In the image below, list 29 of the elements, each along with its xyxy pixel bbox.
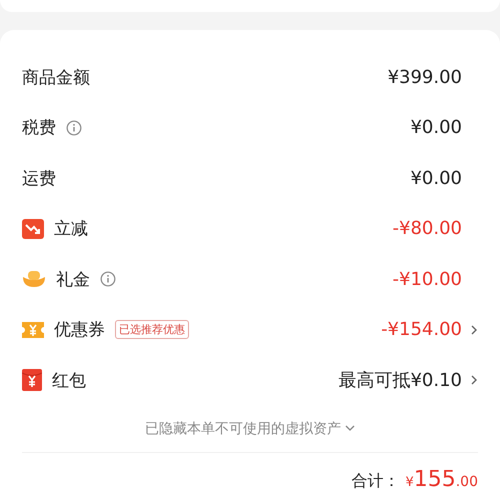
- row-label: 红包: [52, 370, 86, 392]
- row-label: 商品金额: [22, 66, 90, 89]
- coupon-icon: [22, 320, 44, 340]
- row-label: 礼金: [56, 268, 90, 291]
- caret-icon[interactable]: [345, 425, 355, 432]
- info-icon[interactable]: [100, 271, 116, 288]
- row-label: 优惠券: [54, 319, 105, 342]
- row-amount: -¥10.00: [392, 268, 462, 290]
- chevron-icon[interactable]: [470, 324, 478, 336]
- row-amount: ¥399.00: [388, 66, 462, 88]
- chevron-icon[interactable]: [470, 374, 478, 386]
- row-amount: -¥80.00: [392, 218, 462, 240]
- total-currency: ¥: [405, 474, 414, 490]
- hidden-assets-note[interactable]: 已隐藏本单不可使用的虚拟资产: [145, 420, 341, 438]
- info-icon[interactable]: [66, 120, 82, 136]
- row-amount: 最高可抵¥0.10: [338, 369, 462, 392]
- total-decimal: .00: [456, 474, 478, 490]
- price-drop-icon: [22, 218, 44, 239]
- envelope-icon: [22, 369, 42, 392]
- row-amount: ¥0.00: [410, 117, 462, 138]
- row-amount: ¥0.00: [410, 168, 462, 189]
- row-amount: -¥154.00: [381, 319, 462, 340]
- ingot-icon: [22, 270, 46, 288]
- total-label: 合计：: [351, 470, 400, 492]
- tag: 已选推荐优惠: [115, 320, 189, 340]
- row-label: 运费: [22, 168, 56, 190]
- row-label: 立减: [54, 218, 88, 240]
- total-integer: 155: [414, 466, 456, 492]
- row-label: 税费: [22, 117, 56, 140]
